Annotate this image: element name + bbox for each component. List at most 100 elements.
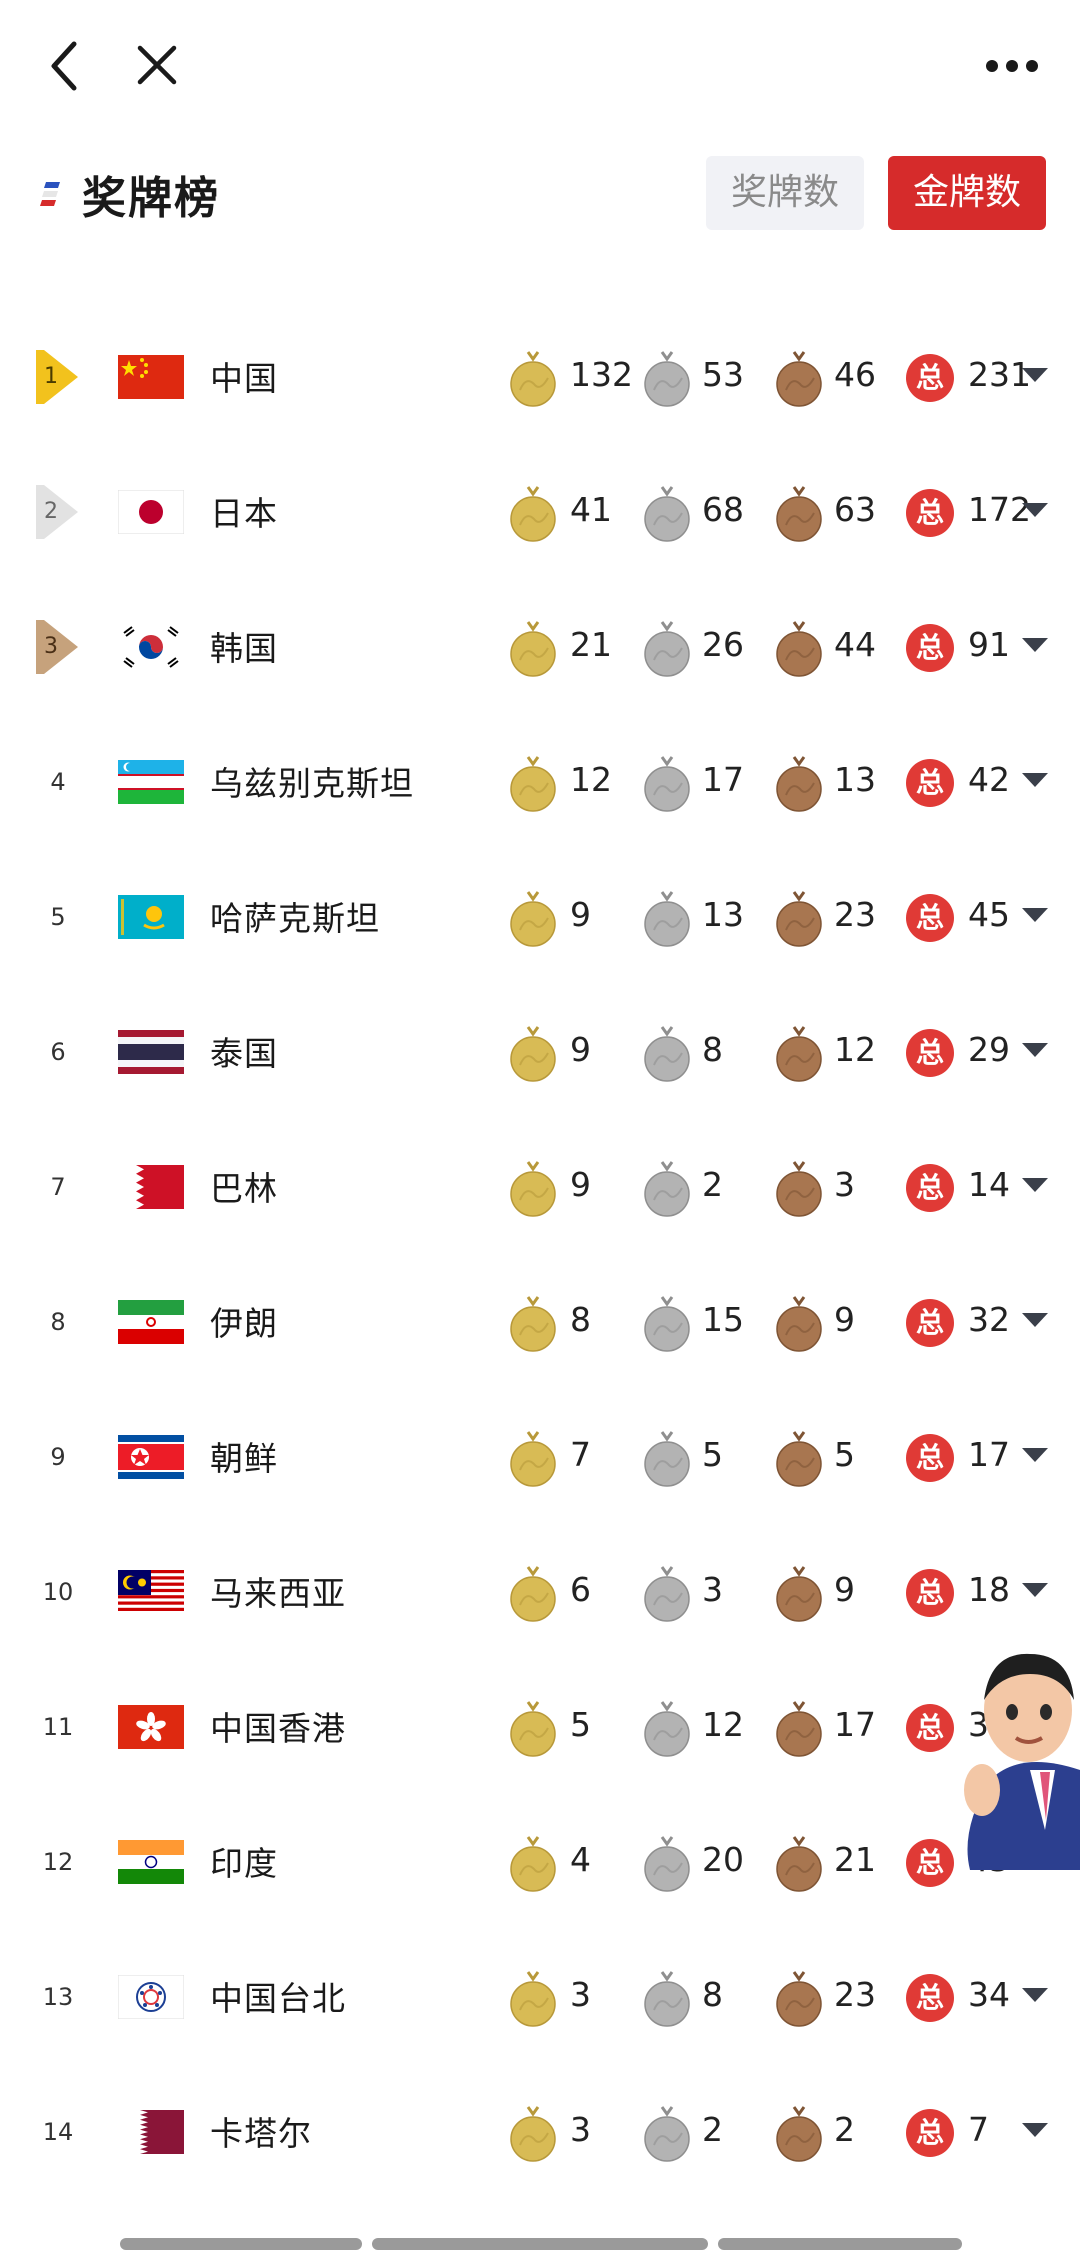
expand-chevron-icon[interactable] xyxy=(1022,1313,1048,1327)
uzbekistan-flag-icon xyxy=(118,760,184,804)
rank-number: 1 xyxy=(44,364,58,389)
hong-kong-flag-icon xyxy=(118,1705,184,1749)
scrollbar-segment[interactable] xyxy=(120,2238,362,2250)
gold-medal-icon xyxy=(508,485,558,543)
country-name: 中国 xyxy=(210,359,278,398)
expand-chevron-icon[interactable] xyxy=(1022,638,1048,652)
gold-medal-icon xyxy=(508,350,558,408)
scrollbar-segment[interactable] xyxy=(718,2238,962,2250)
scrollbar-segment[interactable] xyxy=(372,2238,708,2250)
bronze-medal-icon xyxy=(774,1025,824,1083)
rank-number: 7 xyxy=(50,1173,66,1201)
bronze-count: 17 xyxy=(834,1705,876,1744)
silver-count: 2 xyxy=(702,2110,723,2149)
rank-number: 5 xyxy=(50,903,66,931)
country-name: 巴林 xyxy=(210,1169,278,1208)
tab-gold-count[interactable]: 金牌数 xyxy=(888,156,1046,230)
gold-count: 41 xyxy=(570,490,612,529)
china-flag-icon xyxy=(118,355,184,399)
total-count: 45 xyxy=(968,895,1010,934)
medal-row[interactable]: 1 中国 132 53 46 总 231 xyxy=(0,310,1080,445)
total-badge: 总 xyxy=(906,759,954,807)
medal-row[interactable]: 8 伊朗 8 15 9 总 32 xyxy=(0,1255,1080,1390)
medal-row[interactable]: 9 朝鲜 7 5 5 总 17 xyxy=(0,1390,1080,1525)
gold-medal-icon xyxy=(508,1970,558,2028)
expand-chevron-icon[interactable] xyxy=(1022,503,1048,517)
country-name: 伊朗 xyxy=(210,1304,278,1343)
rank-number: 12 xyxy=(42,1848,74,1876)
medal-row[interactable]: 4 乌兹别克斯坦 12 17 13 总 42 xyxy=(0,715,1080,850)
expand-chevron-icon[interactable] xyxy=(1022,1178,1048,1192)
tab-medal-count[interactable]: 奖牌数 xyxy=(706,156,864,230)
medal-row[interactable]: 5 哈萨克斯坦 9 13 23 总 45 xyxy=(0,850,1080,985)
bronze-count: 12 xyxy=(834,1030,876,1069)
medal-row[interactable]: 6 泰国 9 8 12 总 29 xyxy=(0,985,1080,1120)
medal-row[interactable]: 11 中国香港 5 12 17 总 3 xyxy=(0,1660,1080,1795)
total-badge: 总 xyxy=(906,1029,954,1077)
silver-medal-icon xyxy=(642,1430,692,1488)
japan-flag-icon xyxy=(118,490,184,534)
expand-chevron-icon[interactable] xyxy=(1022,773,1048,787)
bronze-count: 5 xyxy=(834,1435,855,1474)
expand-chevron-icon[interactable] xyxy=(1022,908,1048,922)
page-title: 奖牌榜 xyxy=(82,173,220,224)
silver-medal-icon xyxy=(642,485,692,543)
gold-count: 7 xyxy=(570,1435,591,1474)
india-flag-icon xyxy=(118,1840,184,1884)
rank-cell: 10 xyxy=(36,1565,80,1619)
gold-count: 12 xyxy=(570,760,612,799)
expand-chevron-icon[interactable] xyxy=(1022,1448,1048,1462)
medal-row[interactable]: 12印度42021总45 xyxy=(0,1795,1080,1930)
silver-medal-icon xyxy=(642,755,692,813)
cartoon-avatar[interactable] xyxy=(960,1630,1080,1870)
expand-chevron-icon[interactable] xyxy=(1022,1988,1048,2002)
bronze-count: 3 xyxy=(834,1165,855,1204)
rank-number: 4 xyxy=(50,768,66,796)
medal-row[interactable]: 10 马来西亚 6 3 9 总 18 xyxy=(0,1525,1080,1660)
expand-chevron-icon[interactable] xyxy=(1022,2123,1048,2137)
gold-medal-icon xyxy=(508,1565,558,1623)
gold-count: 8 xyxy=(570,1300,591,1339)
close-icon[interactable] xyxy=(132,40,182,90)
gold-medal-icon xyxy=(508,1295,558,1353)
total-badge: 总 xyxy=(906,1974,954,2022)
medal-row[interactable]: 14 卡塔尔 3 2 2 总 7 xyxy=(0,2065,1080,2200)
silver-medal-icon xyxy=(642,1700,692,1758)
medal-row[interactable]: 7 巴林 9 2 3 总 14 xyxy=(0,1120,1080,1255)
total-count: 14 xyxy=(968,1165,1010,1204)
medal-row[interactable]: 13 中国台北 3 8 23 总 34 xyxy=(0,1930,1080,2065)
rank-cell: 7 xyxy=(36,1160,80,1214)
silver-medal-icon xyxy=(642,2105,692,2163)
gold-medal-icon xyxy=(508,1430,558,1488)
gold-count: 3 xyxy=(570,1975,591,2014)
expand-chevron-icon[interactable] xyxy=(1022,1583,1048,1597)
total-count: 18 xyxy=(968,1570,1010,1609)
silver-medal-icon xyxy=(642,1295,692,1353)
country-name: 泰国 xyxy=(210,1034,278,1073)
gold-medal-icon xyxy=(508,1835,558,1893)
rank-cell: 8 xyxy=(36,1295,80,1349)
bronze-count: 2 xyxy=(834,2110,855,2149)
rank-badge: 1 xyxy=(36,350,80,404)
more-dots-icon[interactable] xyxy=(984,50,1040,82)
gold-count: 9 xyxy=(570,1165,591,1204)
silver-medal-icon xyxy=(642,1025,692,1083)
total-count: 42 xyxy=(968,760,1010,799)
rank-number: 10 xyxy=(42,1578,74,1606)
silver-count: 53 xyxy=(702,355,744,394)
medal-table-header: 奖牌榜 奖牌数 金牌数 xyxy=(0,150,1080,240)
silver-medal-icon xyxy=(642,1835,692,1893)
medal-row[interactable]: 2 日本 41 68 63 总 172 xyxy=(0,445,1080,580)
total-badge: 总 xyxy=(906,489,954,537)
total-badge: 总 xyxy=(906,894,954,942)
rank-number: 9 xyxy=(50,1443,66,1471)
expand-chevron-icon[interactable] xyxy=(1022,1043,1048,1057)
expand-chevron-icon[interactable] xyxy=(1022,368,1048,382)
bronze-count: 13 xyxy=(834,760,876,799)
silver-medal-icon xyxy=(642,1565,692,1623)
gold-medal-icon xyxy=(508,2105,558,2163)
back-chevron-icon[interactable] xyxy=(42,38,90,94)
total-badge: 总 xyxy=(906,354,954,402)
rank-number: 3 xyxy=(44,634,58,659)
medal-row[interactable]: 3 韩国 21 26 44 总 91 xyxy=(0,580,1080,715)
